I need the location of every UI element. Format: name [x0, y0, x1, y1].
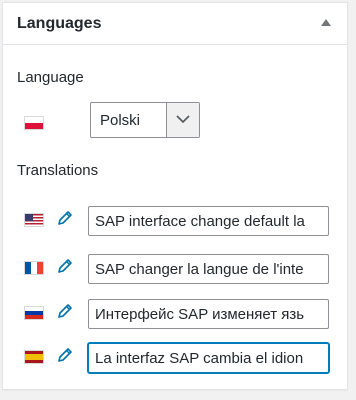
panel-title: Languages [17, 15, 102, 32]
translation-input-french[interactable] [88, 254, 329, 284]
flag-russia-icon [25, 307, 43, 319]
pencil-icon[interactable] [57, 258, 73, 274]
translation-input-russian[interactable] [88, 299, 329, 329]
languages-panel: Languages Language Polski Translations [2, 2, 348, 390]
panel-header: Languages [3, 3, 347, 45]
language-select[interactable]: Polski [90, 102, 200, 138]
flag-france-icon [25, 262, 43, 274]
pencil-icon[interactable] [57, 347, 73, 363]
flag-poland-icon [25, 117, 43, 129]
chevron-down-icon [176, 115, 190, 124]
language-label: Language [17, 69, 84, 86]
caret-up-icon[interactable] [321, 19, 331, 26]
flag-usa-icon [25, 214, 43, 226]
translation-input-english[interactable] [88, 206, 329, 236]
language-select-value: Polski [100, 112, 141, 129]
translations-label: Translations [17, 162, 99, 179]
translation-input-spanish[interactable] [88, 343, 329, 373]
pencil-icon[interactable] [57, 303, 73, 319]
select-arrow[interactable] [166, 103, 199, 137]
pencil-icon[interactable] [57, 210, 73, 226]
flag-spain-icon [25, 351, 43, 363]
